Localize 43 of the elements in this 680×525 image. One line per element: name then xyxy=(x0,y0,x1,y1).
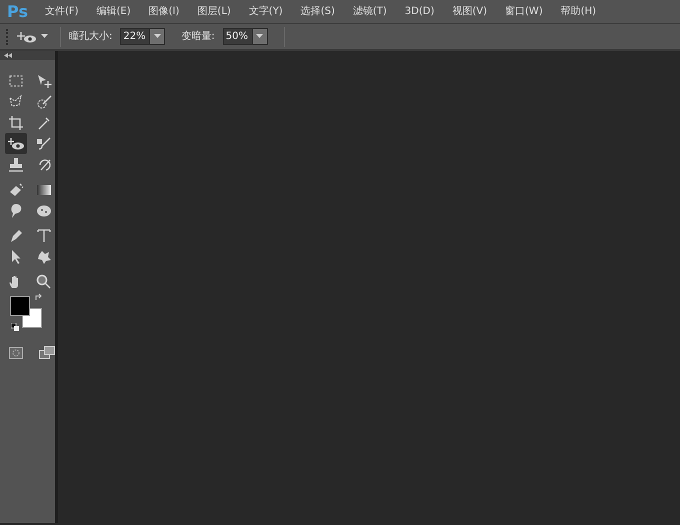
menu-item[interactable]: 图像(I) xyxy=(140,0,188,22)
mask-icon xyxy=(8,346,22,358)
option-field[interactable]: 22% xyxy=(120,28,150,45)
blob-icon xyxy=(36,248,52,264)
collapse-icon xyxy=(4,53,12,58)
swap-icon[interactable] xyxy=(35,293,44,301)
menu-item[interactable]: 3D(D) xyxy=(396,0,444,22)
crop-icon xyxy=(8,114,24,130)
move-icon xyxy=(36,72,52,88)
menu-item[interactable]: 窗口(W) xyxy=(496,0,552,22)
eyedropper-icon xyxy=(36,114,52,130)
option-label: 变暗量: xyxy=(181,30,215,44)
magnifier-icon xyxy=(36,274,52,290)
caret-icon xyxy=(154,34,161,39)
menu-item[interactable]: 编辑(E) xyxy=(88,0,140,22)
tool-button[interactable] xyxy=(5,133,27,154)
menu-item[interactable]: 视图(V) xyxy=(443,0,496,22)
eye-icon xyxy=(8,136,24,152)
dropdown-button[interactable] xyxy=(252,28,268,45)
pen-icon xyxy=(8,228,24,244)
menu-item[interactable]: 文字(Y) xyxy=(240,0,292,22)
menu-item[interactable]: 图层(L) xyxy=(188,0,240,22)
option-label: 瞳孔大小: xyxy=(69,30,112,44)
menu-item[interactable]: 文件(F) xyxy=(36,0,88,22)
marquee-icon xyxy=(8,72,24,88)
menu-item[interactable]: 帮助(H) xyxy=(552,0,606,22)
dropdown-button[interactable] xyxy=(150,28,166,45)
menu-item[interactable]: 选择(S) xyxy=(292,0,344,22)
windows-icon xyxy=(39,346,55,360)
text-icon xyxy=(36,228,52,244)
app-logo: Ps xyxy=(6,0,29,22)
lasso-icon xyxy=(8,94,24,110)
caret-icon xyxy=(256,34,264,39)
menu-item[interactable]: 滤镜(T) xyxy=(344,0,396,22)
default-colors-icon[interactable] xyxy=(11,323,19,331)
color-swatches[interactable] xyxy=(10,296,44,330)
eraser-icon xyxy=(8,182,24,198)
caret-icon xyxy=(41,34,48,39)
eye-icon xyxy=(17,30,37,44)
sponge-icon xyxy=(36,202,52,218)
stamp-icon xyxy=(8,156,24,172)
tool-preset-picker[interactable] xyxy=(17,30,48,44)
option-field[interactable]: 50% xyxy=(222,28,253,45)
